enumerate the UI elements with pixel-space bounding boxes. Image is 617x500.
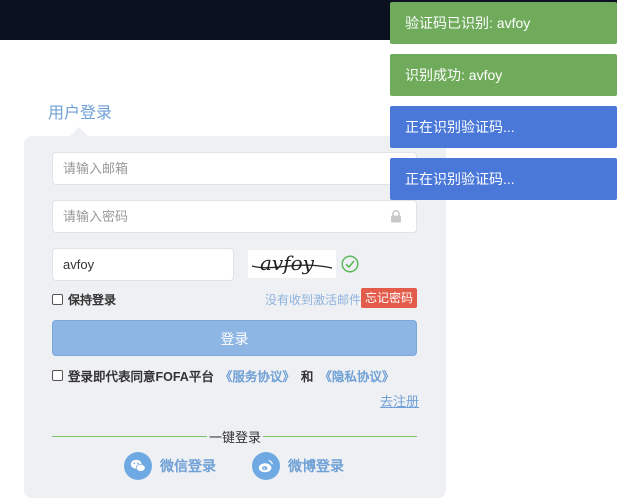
agreement-row: 登录即代表同意FOFA平台 《服务协议》 和 《隐私协议》	[52, 366, 394, 385]
toast-captcha-recognized: 验证码已识别: avfoy	[390, 2, 617, 44]
agreement-text: 登录即代表同意FOFA平台	[68, 370, 214, 384]
tab-user-login[interactable]: 用户登录	[48, 99, 112, 123]
forget-password-button[interactable]: 忘记密码	[361, 288, 417, 308]
service-agreement-link[interactable]: 《服务协议》	[220, 366, 295, 385]
wechat-login-button[interactable]: 微信登录	[124, 452, 216, 480]
lock-icon	[391, 210, 401, 223]
captcha-image[interactable]: avfoy	[248, 250, 336, 278]
one-click-login-label: 一键登录	[207, 427, 264, 446]
remember-checkbox[interactable]	[52, 294, 63, 305]
wechat-icon	[124, 452, 152, 480]
login-button[interactable]: 登录	[52, 320, 417, 356]
captcha-input[interactable]: avfoy	[52, 248, 234, 281]
weibo-login-label: 微博登录	[288, 458, 344, 474]
email-field[interactable]: 请输入邮箱	[52, 152, 417, 185]
password-placeholder: 请输入密码	[63, 209, 129, 224]
toast-recognition-success: 识别成功: avfoy	[390, 54, 617, 96]
weibo-icon	[252, 452, 280, 480]
wechat-login-label: 微信登录	[160, 458, 216, 474]
weibo-login-button[interactable]: 微博登录	[252, 452, 344, 480]
toast-recognizing: 正在识别验证码...	[390, 106, 617, 148]
captcha-image-text: avfoy	[260, 251, 315, 275]
check-circle-icon	[341, 255, 359, 273]
and-text: 和	[300, 370, 314, 384]
register-link[interactable]: 去注册	[380, 391, 419, 410]
remember-me[interactable]: 保持登录	[52, 291, 116, 308]
privacy-agreement-link[interactable]: 《隐私协议》	[319, 366, 394, 385]
agreement-checkbox[interactable]	[52, 370, 63, 381]
password-field[interactable]: 请输入密码	[52, 200, 417, 233]
toast-recognizing: 正在识别验证码...	[390, 158, 617, 200]
remember-label: 保持登录	[68, 293, 117, 307]
tab-pointer	[70, 127, 88, 136]
resend-activation-link[interactable]: 没有收到激活邮件	[265, 291, 361, 308]
